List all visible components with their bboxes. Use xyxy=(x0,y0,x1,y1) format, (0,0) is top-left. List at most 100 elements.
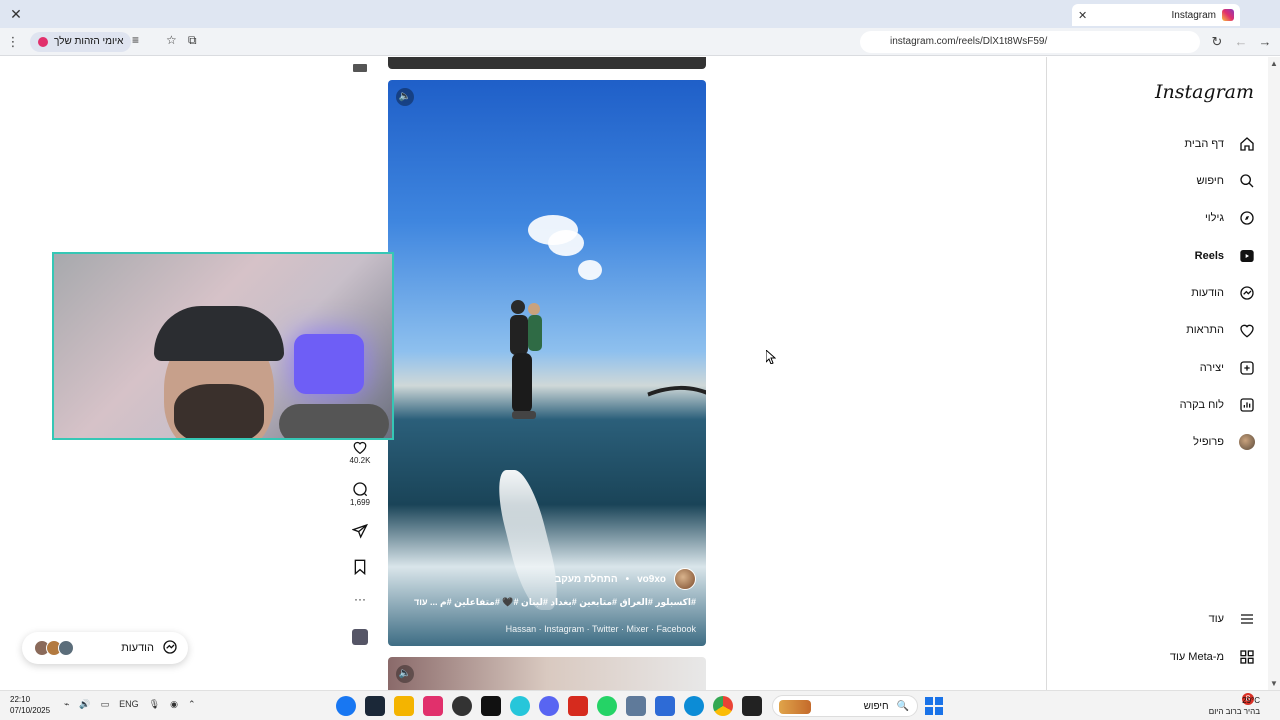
sidebar-item-meta[interactable]: עוד Meta-מ xyxy=(1046,641,1280,673)
rgb-light xyxy=(294,334,364,394)
sidebar-item-label: גילוי xyxy=(1204,212,1224,224)
flyboard-rider xyxy=(510,300,542,419)
playlist-icon[interactable]: ≡ xyxy=(132,33,139,47)
follow-button[interactable]: התחלת מעקב xyxy=(555,574,618,585)
plus-square-icon xyxy=(1238,359,1256,377)
sidebar-item-more[interactable]: עוד xyxy=(1046,603,1280,635)
reel-caption[interactable]: #اكسبلور #العراق #متابعين #بغداد #لبنان … xyxy=(396,597,696,608)
reload-icon[interactable]: ↻ xyxy=(1208,33,1226,51)
sidebar-item-search[interactable]: חיפוש xyxy=(1046,165,1280,197)
bookmark-star-icon[interactable]: ☆ xyxy=(166,33,177,47)
author-avatar-small[interactable] xyxy=(344,59,376,77)
like-button[interactable]: 40.2K xyxy=(344,438,376,465)
instagram-favicon-icon xyxy=(1222,9,1234,21)
weather-temp: 29°C xyxy=(1242,696,1260,705)
cast-icon[interactable]: ⧉ xyxy=(188,33,197,48)
sidebar-item-label: לוח בקרה xyxy=(1179,399,1224,411)
sidebar-item-home[interactable]: דף הבית xyxy=(1046,128,1280,160)
search-highlight-image xyxy=(779,700,811,714)
instagram-sidebar: Instagram דף הבית חיפוש גילוי Reels הודע… xyxy=(1046,57,1280,690)
folder-icon[interactable] xyxy=(394,696,414,716)
page-scrollbar[interactable]: ▲ ▼ xyxy=(1268,57,1280,690)
network-icon[interactable]: ⌁ xyxy=(64,699,69,710)
scroll-up-icon[interactable]: ▲ xyxy=(1270,59,1278,68)
reel-audio[interactable]: Hassan · Instagram · Twitter · Mixer · F… xyxy=(396,624,696,634)
next-reel-preview[interactable]: 🔈 xyxy=(388,657,706,690)
language-indicator[interactable]: ENG xyxy=(119,699,139,710)
messages-pill[interactable]: הודעות xyxy=(22,632,188,664)
obs-icon[interactable] xyxy=(452,696,472,716)
windows-taskbar: 22:10 07/10/2025 ⌁ 🔊 ▭ ENG 🎙 ◉ ⌃ חיפוש 🔍… xyxy=(0,690,1280,720)
window-close-icon[interactable]: ✕ xyxy=(8,6,24,22)
sidebar-item-dashboard[interactable]: לוח בקרה xyxy=(1046,389,1280,421)
previous-reel-edge[interactable] xyxy=(388,57,706,69)
sidebar-item-profile[interactable]: פרופיל xyxy=(1046,426,1280,458)
volume-icon[interactable]: 🔊 xyxy=(79,699,90,710)
weather-desc: בהיר ברוב היום xyxy=(1208,707,1260,716)
home-icon xyxy=(1238,135,1256,153)
windows-start-icon[interactable] xyxy=(925,697,943,715)
tray-app-icon[interactable]: ◉ xyxy=(170,699,178,710)
forward-icon[interactable]: ← xyxy=(1232,33,1250,51)
reel-video[interactable]: 🔈 vo9xo • התחלת מעקב #اكسبلور #العراق #م… xyxy=(388,80,706,646)
tray-expand-icon[interactable]: ⌃ xyxy=(188,699,196,710)
calculator-icon[interactable] xyxy=(626,696,646,716)
edge-icon[interactable] xyxy=(684,696,704,716)
taskbar-clock[interactable]: 22:10 07/10/2025 xyxy=(10,694,50,716)
search-icon xyxy=(1238,172,1256,190)
adobe-icon[interactable] xyxy=(568,696,588,716)
sidebar-item-label: עוד Meta-מ xyxy=(1169,651,1224,663)
comment-button[interactable]: 1,699 xyxy=(344,480,376,507)
microphone xyxy=(279,404,389,438)
battery-icon[interactable]: ▭ xyxy=(101,699,110,710)
store-icon[interactable] xyxy=(655,696,675,716)
share-button[interactable] xyxy=(344,522,376,540)
sidebar-item-label: הודעות xyxy=(1191,287,1224,299)
sidebar-item-reels[interactable]: Reels xyxy=(1046,240,1280,272)
chrome-icon[interactable] xyxy=(713,696,733,716)
sidebar-item-label: עוד xyxy=(1208,613,1224,625)
sidebar-item-explore[interactable]: גילוי xyxy=(1046,202,1280,234)
whatsapp-icon[interactable] xyxy=(597,696,617,716)
address-bar[interactable]: instagram.com/reels/DlX1t8WsF59/ xyxy=(860,31,1200,53)
mute-toggle-icon[interactable]: 🔈 xyxy=(396,665,414,683)
taskbar-search[interactable]: חיפוש 🔍 xyxy=(772,695,918,717)
discord-icon[interactable] xyxy=(539,696,559,716)
sidebar-item-label: חיפוש xyxy=(1196,175,1224,187)
weather-widget[interactable]: 29°C בהיר ברוב היום xyxy=(1209,695,1260,717)
extension-pill-label: איומי הזהות שלך xyxy=(54,36,124,47)
webcam-overlay xyxy=(52,252,394,440)
mute-toggle-icon[interactable]: 🔈 xyxy=(396,88,414,106)
back-icon[interactable]: → xyxy=(1256,33,1274,51)
tiktok-live-icon[interactable] xyxy=(423,696,443,716)
author-avatar[interactable] xyxy=(674,568,696,590)
more-options-icon[interactable]: ··· xyxy=(344,592,376,606)
bookmark-icon xyxy=(344,558,376,576)
scroll-down-icon[interactable]: ▼ xyxy=(1270,679,1278,688)
mic-icon[interactable]: 🎙 xyxy=(149,699,160,710)
save-button[interactable] xyxy=(344,558,376,576)
extension-pill[interactable]: איומי הזהות שלך xyxy=(30,32,132,52)
apps-icon xyxy=(1238,648,1256,666)
author-username[interactable]: vo9xo xyxy=(637,574,666,585)
steam-icon[interactable] xyxy=(365,696,385,716)
heart-icon xyxy=(344,438,376,456)
avatar xyxy=(58,640,74,656)
terminal-icon[interactable] xyxy=(742,696,762,716)
browser-menu-icon[interactable]: ⋮ xyxy=(4,33,22,51)
instagram-logo[interactable]: Instagram xyxy=(1155,81,1254,103)
avatar-icon xyxy=(1238,433,1256,451)
audio-thumbnail[interactable] xyxy=(344,628,376,646)
facebook-icon[interactable] xyxy=(336,696,356,716)
sidebar-item-messages[interactable]: הודעות xyxy=(1046,277,1280,309)
sidebar-item-notifications[interactable]: התראות xyxy=(1046,314,1280,346)
tab-title: Instagram xyxy=(1171,9,1216,21)
mouse-cursor-icon xyxy=(766,350,776,364)
sidebar-item-create[interactable]: יצירה xyxy=(1046,352,1280,384)
app-icon[interactable] xyxy=(510,696,530,716)
tiktok-icon[interactable] xyxy=(481,696,501,716)
compass-icon xyxy=(1238,209,1256,227)
search-placeholder: חיפוש xyxy=(863,700,889,712)
browser-tab[interactable]: Instagram ✕ xyxy=(1072,4,1240,26)
tab-close-icon[interactable]: ✕ xyxy=(1078,9,1087,22)
